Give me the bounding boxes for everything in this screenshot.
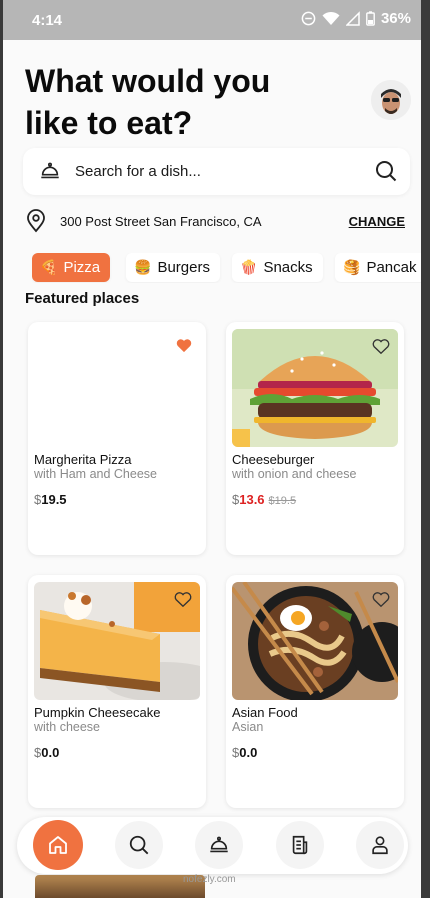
profile-icon bbox=[372, 836, 388, 855]
old-price: $19.5 bbox=[268, 495, 297, 507]
heart-outline-icon[interactable] bbox=[174, 591, 192, 608]
dnd-icon bbox=[301, 11, 316, 26]
heart-filled-icon[interactable] bbox=[176, 338, 192, 353]
food-card-pumpkin-cheesecake[interactable]: Pumpkin Cheesecake with cheese $0.0 bbox=[28, 575, 206, 808]
category-burgers[interactable]: 🍔 Burgers bbox=[126, 253, 220, 282]
search-icon bbox=[129, 835, 149, 855]
avatar[interactable] bbox=[371, 80, 411, 120]
app-screen: 4:14 36% What would you like to eat? Sea bbox=[3, 0, 421, 898]
food-description: Asian bbox=[232, 720, 264, 734]
cloche-icon bbox=[41, 162, 59, 179]
pancake-icon: 🥞 bbox=[343, 259, 361, 275]
price-value: 0.0 bbox=[239, 745, 258, 760]
food-price: $0.0 bbox=[232, 745, 257, 760]
title-line-2: like to eat? bbox=[25, 105, 193, 141]
bottom-nav bbox=[17, 817, 408, 874]
food-description: with onion and cheese bbox=[232, 467, 357, 481]
food-price: $13.6 $19.5 bbox=[232, 492, 296, 507]
nav-search[interactable] bbox=[115, 821, 163, 869]
category-label: Burgers bbox=[157, 259, 210, 276]
food-card-cheeseburger[interactable]: Cheeseburger with onion and cheese $13.6… bbox=[226, 322, 404, 555]
category-label: Pizza bbox=[63, 259, 101, 276]
popcorn-icon: 🍿 bbox=[240, 259, 258, 275]
heart-outline-icon[interactable] bbox=[372, 338, 390, 355]
price-value: 13.6 bbox=[239, 492, 265, 507]
food-price: $19.5 bbox=[34, 492, 67, 507]
avatar-image bbox=[371, 80, 411, 120]
burger-icon: 🍔 bbox=[134, 259, 152, 275]
delivery-location: 300 Post Street San Francisco, CA CHANGE bbox=[25, 209, 405, 233]
search-input[interactable]: Search for a dish... bbox=[75, 163, 201, 180]
home-icon bbox=[49, 836, 67, 854]
battery-level: 36% bbox=[380, 10, 411, 27]
nav-menu[interactable] bbox=[195, 821, 243, 869]
status-bar: 4:14 36% bbox=[3, 0, 421, 40]
cloche-icon bbox=[210, 836, 228, 853]
battery-icon bbox=[366, 11, 375, 26]
category-pancakes[interactable]: 🥞 Pancak bbox=[335, 253, 421, 282]
search-icon[interactable] bbox=[374, 159, 398, 183]
category-pizza[interactable]: 🍕 Pizza bbox=[32, 253, 111, 282]
address-text: 300 Post Street San Francisco, CA bbox=[60, 214, 262, 229]
price-value: 19.5 bbox=[41, 492, 67, 507]
nav-home[interactable] bbox=[33, 820, 83, 870]
food-card-margherita[interactable]: Margherita Pizza with Ham and Cheese $19… bbox=[28, 322, 206, 555]
category-label: Pancak bbox=[366, 259, 417, 276]
food-name: Cheeseburger bbox=[232, 452, 315, 467]
nav-profile[interactable] bbox=[356, 821, 404, 869]
page-title: What would you like to eat? bbox=[25, 60, 325, 144]
category-snacks[interactable]: 🍿 Snacks bbox=[232, 253, 323, 282]
title-line-1: What would you bbox=[25, 63, 271, 99]
food-name: Pumpkin Cheesecake bbox=[34, 705, 161, 720]
location-pin-icon bbox=[27, 209, 45, 233]
status-icons: 36% bbox=[301, 10, 411, 27]
wifi-icon bbox=[322, 11, 340, 25]
next-row-peek bbox=[35, 875, 205, 898]
category-label: Snacks bbox=[263, 259, 313, 276]
status-time: 4:14 bbox=[32, 12, 63, 29]
food-price: $0.0 bbox=[34, 745, 59, 760]
food-description: with cheese bbox=[34, 720, 101, 734]
food-name: Margherita Pizza bbox=[34, 452, 132, 467]
food-card-asian-food[interactable]: Asian Food Asian $0.0 bbox=[226, 575, 404, 808]
price-value: 0.0 bbox=[41, 745, 60, 760]
nav-orders[interactable] bbox=[276, 821, 324, 869]
food-name: Asian Food bbox=[232, 705, 298, 720]
category-list: 🍕 Pizza 🍔 Burgers 🍿 Snacks 🥞 Pancak bbox=[32, 253, 421, 283]
watermark: nofezly.com bbox=[183, 874, 236, 885]
section-title: Featured places bbox=[25, 290, 140, 307]
search-bar[interactable]: Search for a dish... bbox=[23, 148, 410, 195]
orders-icon bbox=[292, 835, 308, 855]
pizza-icon: 🍕 bbox=[40, 259, 58, 275]
change-location-link[interactable]: CHANGE bbox=[349, 214, 405, 229]
heart-outline-icon[interactable] bbox=[372, 591, 390, 608]
food-description: with Ham and Cheese bbox=[34, 467, 157, 481]
signal-icon bbox=[345, 11, 360, 26]
